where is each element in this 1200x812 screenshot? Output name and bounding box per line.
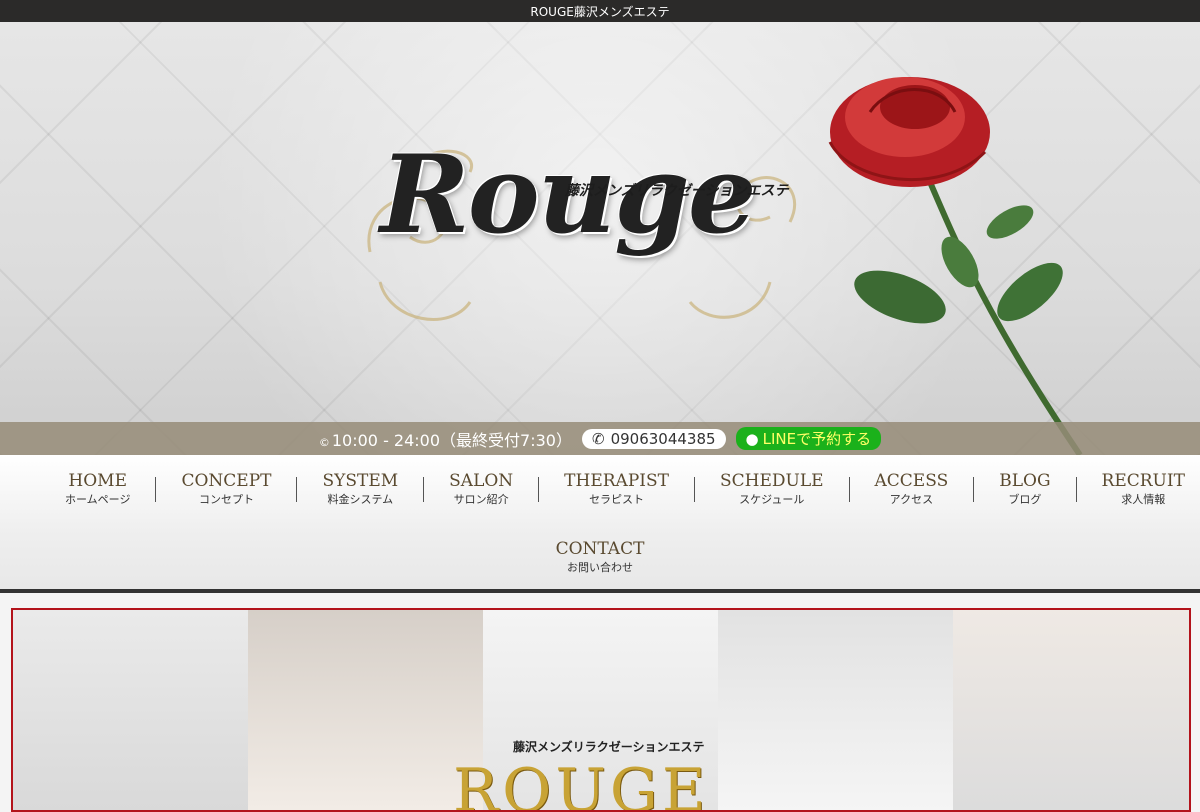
banner-brand: ROUGE (453, 756, 710, 812)
phone-icon: ✆ (591, 429, 605, 448)
banner-photo-1 (13, 610, 248, 810)
logo-subtitle: 藤沢メンズリラクゼーションエステ (565, 183, 789, 199)
nav-item-blog[interactable]: BLOG ブログ (974, 471, 1077, 506)
hero-header: Rouge 藤沢メンズリラクゼーションエステ (0, 22, 1200, 455)
line-button[interactable]: ● LINEで予約する (735, 427, 882, 450)
rose-leaf-icon (854, 270, 946, 324)
phone-button[interactable]: ✆ 09063044385 (581, 428, 726, 449)
site-title: ROUGE藤沢メンズエステ (530, 4, 670, 19)
nav-row: HOME ホームページ CONCEPT コンセプト SYSTEM 料金システム SAL… (40, 471, 1185, 511)
hours-note: （最終受付7:30） (440, 430, 572, 450)
rose-icon (828, 77, 990, 187)
rose-leaf-icon (986, 205, 1034, 239)
hero-banner[interactable]: 藤沢メンズリラクゼーションエステ ROUGE (11, 608, 1191, 812)
rose-leaf-icon (997, 262, 1063, 322)
nav-item-contact[interactable]: CONTACT お問い合わせ (0, 539, 1200, 575)
business-hours: © 10:00 - 24:00（最終受付7:30） (319, 427, 572, 451)
nav-item-concept[interactable]: CONCEPT コンセプト (156, 471, 298, 506)
line-label: LINEで予約する (762, 430, 872, 448)
nav-item-therapist[interactable]: THERAPIST セラピスト (539, 471, 695, 506)
nav-item-system[interactable]: SYSTEM 料金システム (297, 471, 425, 506)
hours-text: 10:00 - 24:00 (331, 430, 441, 450)
phone-number: 09063044385 (610, 429, 716, 448)
clock-icon: © (318, 435, 330, 449)
banner-photo-4 (718, 610, 953, 810)
nav-item-schedule[interactable]: SCHEDULE スケジュール (695, 471, 850, 506)
info-bar: © 10:00 - 24:00（最終受付7:30） ✆ 09063044385 ●… (0, 422, 1200, 455)
banner-subtitle: 藤沢メンズリラクゼーションエステ (513, 740, 705, 754)
line-chat-icon: ● (745, 429, 759, 448)
banner-photo-5 (953, 610, 1189, 810)
banner-photo-2 (248, 610, 483, 810)
nav-item-home[interactable]: HOME ホームページ (40, 471, 157, 506)
nav-item-recruit[interactable]: RECRUIT 求人情報 (1077, 471, 1200, 506)
nav-item-salon[interactable]: SALON サロン紹介 (424, 471, 540, 506)
top-bar: ROUGE藤沢メンズエステ (0, 0, 1200, 22)
main-nav: HOME ホームページ CONCEPT コンセプト SYSTEM 料金システム SAL… (0, 455, 1200, 593)
nav-item-access[interactable]: ACCESS アクセス (850, 471, 975, 506)
